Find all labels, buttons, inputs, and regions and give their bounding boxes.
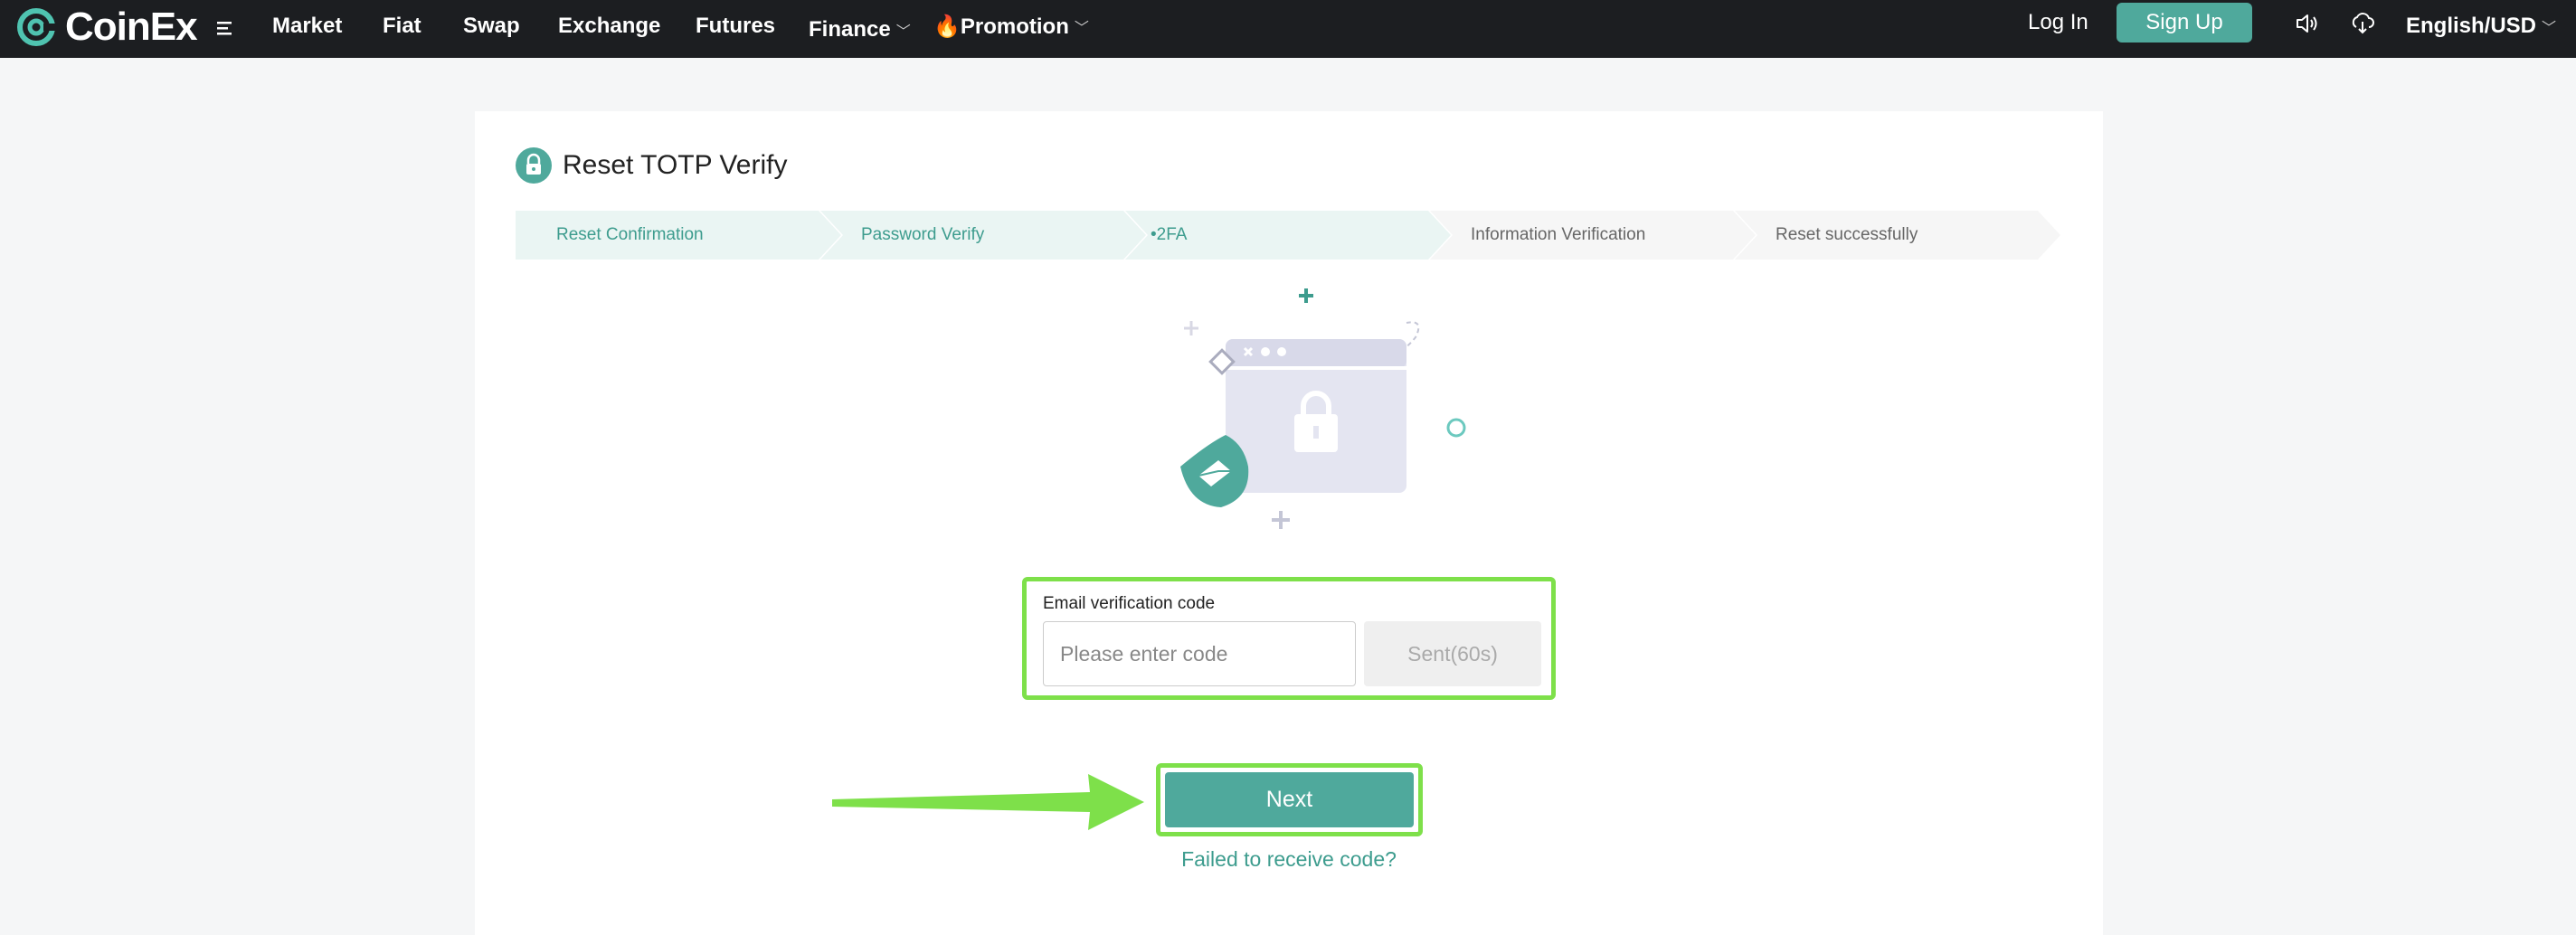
chevron-down-icon: ﹀ [895, 24, 911, 40]
top-navigation-bar: CoinEx Market Fiat Swap Exchange Futures… [0, 0, 2576, 58]
coinex-logo[interactable]: CoinEx [16, 2, 198, 52]
download-icon[interactable] [2349, 11, 2376, 36]
language-currency-selector[interactable]: English/USD ﹀ [2406, 0, 2556, 52]
nav-market[interactable]: Market [272, 0, 342, 52]
nav-finance[interactable]: Finance ﹀ [809, 4, 911, 56]
step-information-verification: Information Verification [1430, 211, 1756, 260]
signup-button[interactable]: Sign Up [2117, 3, 2252, 42]
nav-exchange[interactable]: Exchange [558, 0, 660, 52]
chevron-down-icon: ﹀ [1074, 21, 1089, 36]
step-2fa: •2FA [1125, 211, 1451, 260]
failed-to-receive-code-link[interactable]: Failed to receive code? [1181, 847, 1397, 871]
step-password-verify: Password Verify [820, 211, 1146, 260]
nav-promotion[interactable]: 🔥Promotion ﹀ [933, 0, 1089, 52]
page-title: Reset TOTP Verify [563, 150, 788, 180]
menu-icon[interactable] [215, 17, 237, 39]
login-link[interactable]: Log In [2028, 0, 2088, 45]
next-button-highlight: Next [1156, 763, 1423, 836]
security-illustration [1180, 288, 1466, 529]
lock-icon [516, 147, 552, 184]
reset-totp-card: Reset TOTP Verify Reset Confirmation Pas… [475, 111, 2103, 935]
next-button[interactable]: Next [1165, 772, 1414, 827]
nav-futures[interactable]: Futures [696, 0, 775, 52]
arrow-right-icon [832, 774, 1144, 830]
chevron-down-icon: ﹀ [2542, 21, 2557, 36]
step-reset-successfully: Reset successfully [1735, 211, 2060, 260]
email-verification-box: Email verification code Sent(60s) [1022, 577, 1556, 700]
logo-text: CoinEx [65, 5, 198, 49]
email-code-label: Email verification code [1043, 594, 1216, 613]
nav-swap[interactable]: Swap [463, 0, 520, 52]
speaker-icon[interactable] [2294, 11, 2321, 36]
page-header: Reset TOTP Verify [516, 147, 787, 184]
progress-steps: Reset Confirmation Password Verify •2FA … [516, 211, 2060, 260]
email-code-input[interactable] [1043, 621, 1356, 686]
step-reset-confirmation: Reset Confirmation [516, 211, 841, 260]
send-code-button[interactable]: Sent(60s) [1364, 621, 1541, 686]
coinex-logo-icon [17, 8, 56, 46]
nav-fiat[interactable]: Fiat [383, 0, 421, 52]
failed-link-row: Failed to receive code? [475, 847, 2103, 872]
